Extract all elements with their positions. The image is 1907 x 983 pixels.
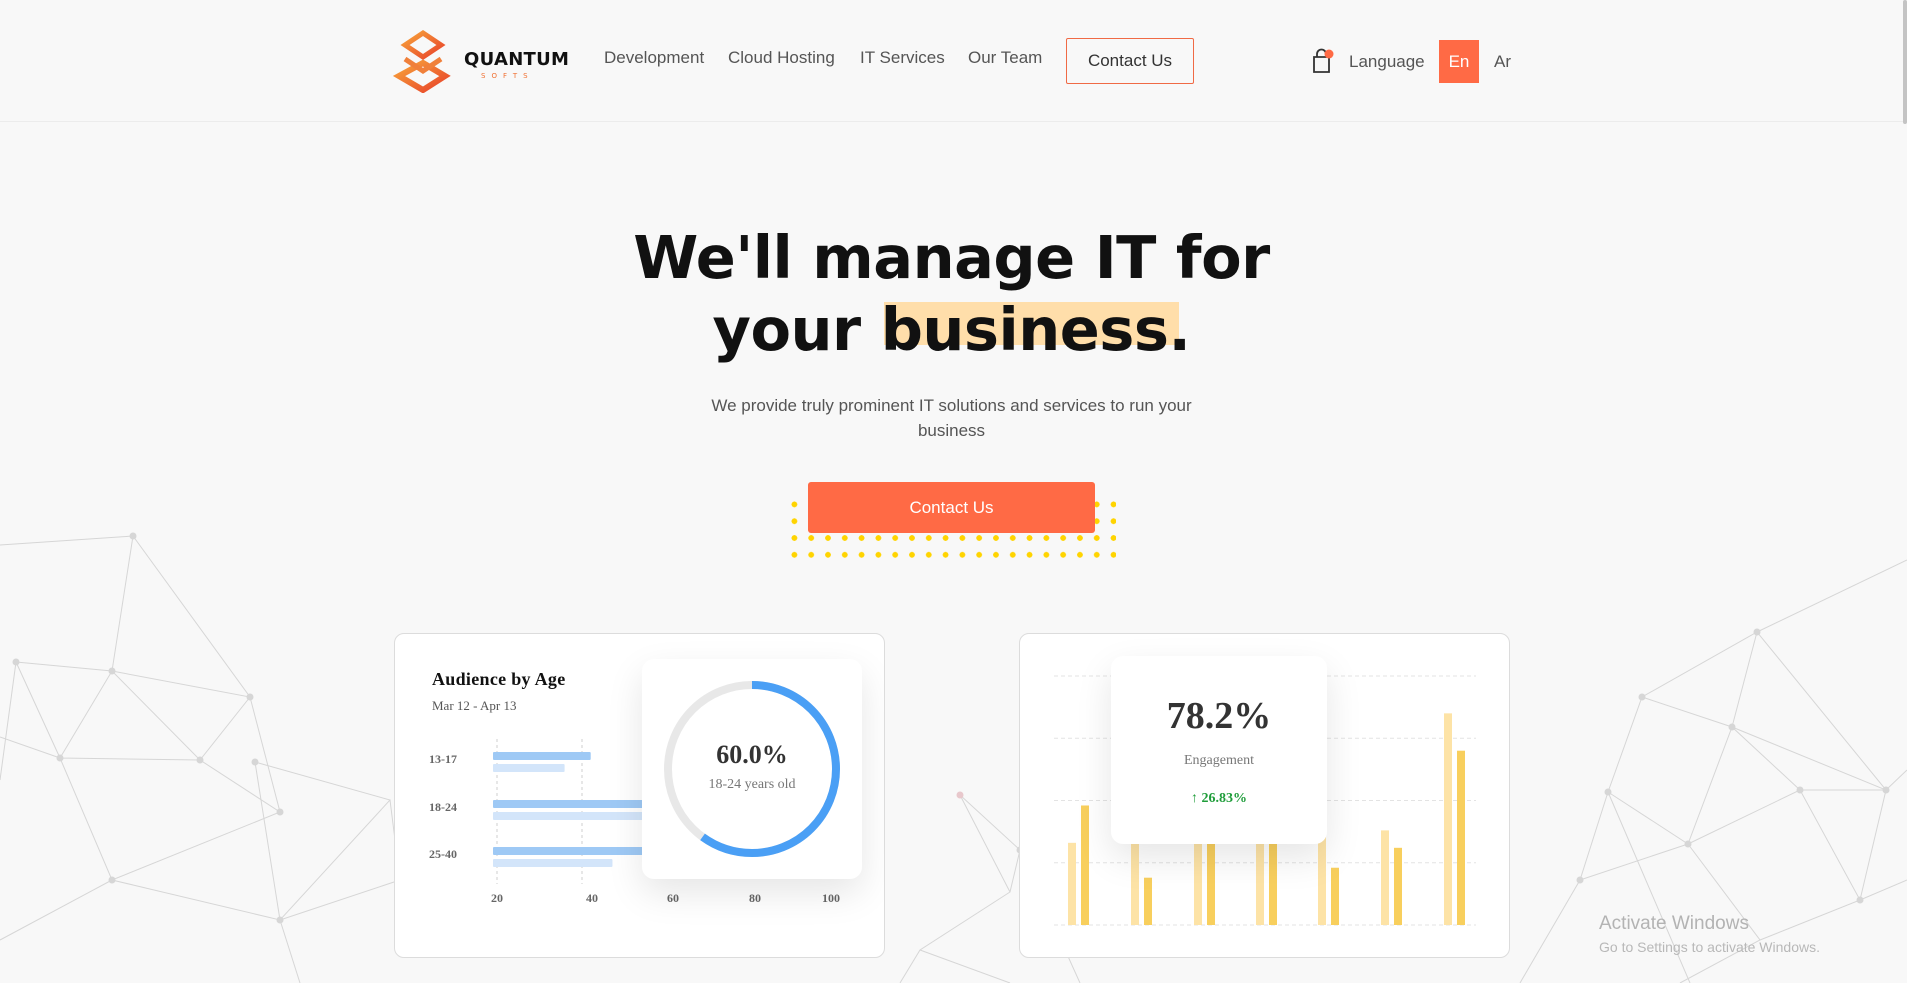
hero-title-highlight: business. bbox=[880, 295, 1191, 364]
language-ar-button[interactable]: Ar bbox=[1494, 52, 1511, 72]
engagement-delta-value: 26.83% bbox=[1201, 791, 1248, 806]
engagement-bar bbox=[1394, 847, 1402, 925]
hero-subtitle: We provide truly prominent IT solutions … bbox=[711, 396, 1192, 440]
nav-item-development[interactable]: Development bbox=[604, 48, 704, 68]
x-tick-20: 20 bbox=[491, 891, 503, 905]
donut-value: 60.0% bbox=[716, 740, 788, 769]
age-label-18-24: 18-24 bbox=[429, 800, 457, 814]
nav-contact-button[interactable]: Contact Us bbox=[1066, 38, 1194, 84]
engagement-bar bbox=[1331, 867, 1339, 925]
audience-date-range: Mar 12 - Apr 13 bbox=[432, 698, 517, 713]
nav-item-our-team[interactable]: Our Team bbox=[968, 48, 1042, 68]
engagement-card: 78.2% Engagement ↑ 26.83% bbox=[1019, 633, 1510, 958]
audience-card: Audience by Age Mar 12 - Apr 13 13-17 18… bbox=[394, 633, 885, 958]
audience-title: Audience by Age bbox=[432, 669, 566, 689]
engagement-panel: 78.2% Engagement ↑ 26.83% bbox=[1111, 656, 1327, 844]
hero-title-plain: your bbox=[712, 295, 862, 364]
engagement-delta: ↑ 26.83% bbox=[1111, 791, 1327, 807]
language-en-button[interactable]: En bbox=[1439, 40, 1479, 83]
nav-item-it-services[interactable]: IT Services bbox=[860, 48, 945, 68]
logo-diamond-icon bbox=[393, 29, 451, 93]
shopping-bag-icon[interactable] bbox=[1312, 48, 1334, 74]
os-activation-watermark-sub: Go to Settings to activate Windows. bbox=[1599, 939, 1820, 955]
x-tick-60: 60 bbox=[667, 891, 679, 905]
engagement-bar bbox=[1081, 805, 1089, 925]
engagement-bar bbox=[1381, 830, 1389, 925]
engagement-bar bbox=[1144, 877, 1152, 925]
x-tick-80: 80 bbox=[749, 891, 761, 905]
hero-contact-button[interactable]: Contact Us bbox=[808, 482, 1095, 533]
age-label-25-40: 25-40 bbox=[429, 847, 457, 861]
donut-label: 18-24 years old bbox=[708, 777, 796, 792]
nav-item-cloud-hosting[interactable]: Cloud Hosting bbox=[728, 48, 835, 68]
engagement-label: Engagement bbox=[1184, 753, 1254, 768]
page-scrollbar[interactable] bbox=[1903, 0, 1907, 124]
hero-title-line2: your business. bbox=[713, 294, 1191, 366]
age-bar bbox=[493, 764, 565, 772]
brand-logo[interactable]: QUANTUM SOFTS bbox=[393, 29, 569, 93]
os-activation-watermark: Activate Windows bbox=[1599, 913, 1749, 934]
engagement-bar bbox=[1444, 713, 1452, 925]
language-label: Language bbox=[1349, 52, 1425, 71]
brand-name: QUANTUM bbox=[464, 49, 570, 70]
age-bar bbox=[493, 752, 591, 760]
hero-title-line1: We'll manage IT for bbox=[633, 223, 1270, 292]
engagement-bar bbox=[1194, 842, 1202, 925]
x-tick-100: 100 bbox=[822, 891, 840, 905]
x-tick-40: 40 bbox=[586, 891, 598, 905]
age-label-13-17: 13-17 bbox=[429, 752, 457, 766]
site-header: QUANTUM SOFTS Development Cloud Hosting … bbox=[0, 0, 1907, 122]
age-bar bbox=[493, 859, 613, 867]
hero-title: We'll manage IT for your business. bbox=[0, 222, 1903, 366]
engagement-bar bbox=[1068, 842, 1076, 925]
engagement-bar bbox=[1457, 750, 1465, 925]
donut-panel: 60.0% 18-24 years old bbox=[642, 659, 862, 879]
arrow-up-icon: ↑ bbox=[1191, 791, 1202, 806]
brand-tagline: SOFTS bbox=[481, 72, 534, 80]
engagement-value: 78.2% bbox=[1166, 695, 1272, 737]
